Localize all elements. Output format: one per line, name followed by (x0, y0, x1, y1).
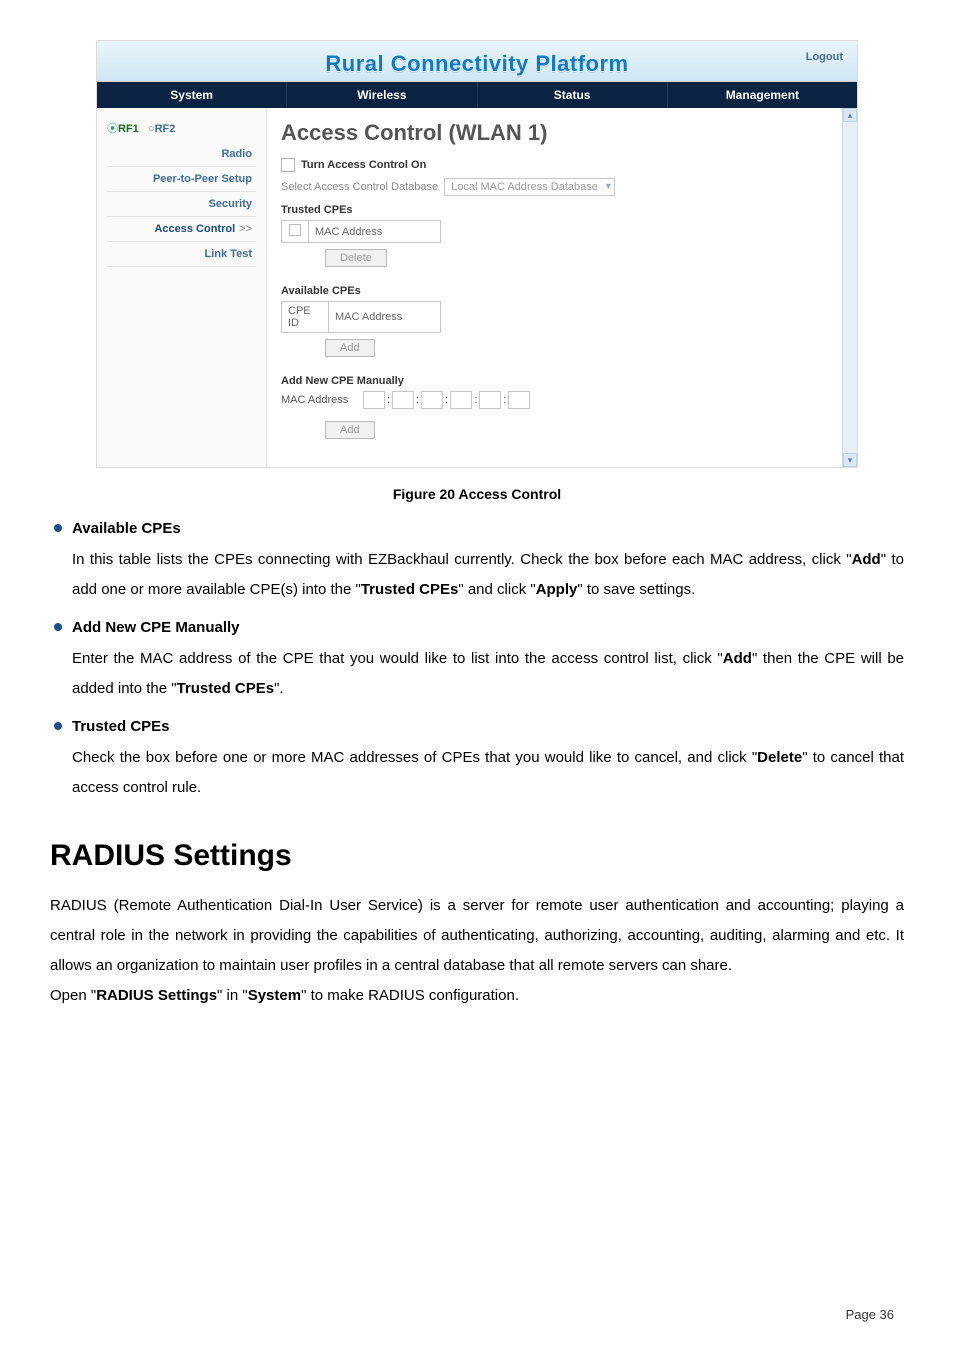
available-cpes-table: CPE ID MAC Address (281, 301, 441, 333)
turn-on-checkbox[interactable] (281, 158, 295, 172)
access-db-select[interactable]: Local MAC Address Database (444, 178, 615, 196)
trusted-col-mac: MAC Address (309, 221, 441, 243)
tab-system[interactable]: System (97, 82, 287, 108)
select-db-label: Select Access Control Database (281, 181, 438, 193)
mac-address-input[interactable]: : : : : : (363, 391, 530, 409)
section-body-trusted: Check the box before one or more MAC add… (72, 743, 904, 803)
scroll-up-icon[interactable]: ▴ (843, 108, 857, 122)
section-body-manual: Enter the MAC address of the CPE that yo… (72, 644, 904, 704)
radius-para-2: Open "RADIUS Settings" in "System" to ma… (50, 981, 904, 1011)
section-body-available: In this table lists the CPEs connecting … (72, 545, 904, 605)
mac-address-label: MAC Address (281, 394, 357, 406)
available-col-mac: MAC Address (329, 302, 441, 333)
access-control-screenshot: Rural Connectivity Platform Logout Syste… (96, 40, 858, 468)
radius-para-1: RADIUS (Remote Authentication Dial-In Us… (50, 891, 904, 981)
manual-add-label: Add New CPE Manually (281, 375, 828, 387)
trusted-cpes-label: Trusted CPEs (281, 204, 828, 216)
scroll-down-icon[interactable]: ▾ (843, 453, 857, 467)
radius-heading: RADIUS Settings (50, 839, 904, 873)
add-manual-button[interactable]: Add (325, 421, 375, 439)
trusted-cpes-table: MAC Address (281, 220, 441, 243)
trusted-row-checkbox[interactable] (289, 224, 301, 236)
tab-wireless[interactable]: Wireless (287, 82, 477, 108)
brand-title: Rural Connectivity Platform (109, 51, 845, 77)
scrollbar[interactable]: ▴ ▾ (842, 108, 857, 467)
logout-link[interactable]: Logout (806, 51, 843, 63)
tab-management[interactable]: Management (668, 82, 857, 108)
sidebar-item-access-control[interactable]: Access Control>> (107, 217, 256, 242)
tab-status[interactable]: Status (478, 82, 668, 108)
page-number: Page 36 (846, 1307, 894, 1322)
figure-caption: Figure 20 Access Control (50, 486, 904, 502)
chevron-right-icon: >> (239, 223, 252, 235)
turn-on-label: Turn Access Control On (301, 159, 426, 171)
page-title: Access Control (WLAN 1) (281, 120, 828, 146)
delete-button[interactable]: Delete (325, 249, 387, 267)
section-head-available: Available CPEs (72, 520, 904, 537)
section-head-manual: Add New CPE Manually (72, 619, 904, 636)
available-cpes-label: Available CPEs (281, 285, 828, 297)
sidebar-item-security[interactable]: Security (107, 192, 256, 217)
sidebar-item-link-test[interactable]: Link Test (107, 242, 256, 267)
add-button[interactable]: Add (325, 339, 375, 357)
section-head-trusted: Trusted CPEs (72, 718, 904, 735)
available-col-id: CPE ID (282, 302, 329, 333)
rf-selector[interactable]: ⦿RF1 ○RF2 (107, 120, 256, 136)
sidebar-item-radio[interactable]: Radio (107, 142, 256, 167)
sidebar-item-p2p[interactable]: Peer-to-Peer Setup (107, 167, 256, 192)
